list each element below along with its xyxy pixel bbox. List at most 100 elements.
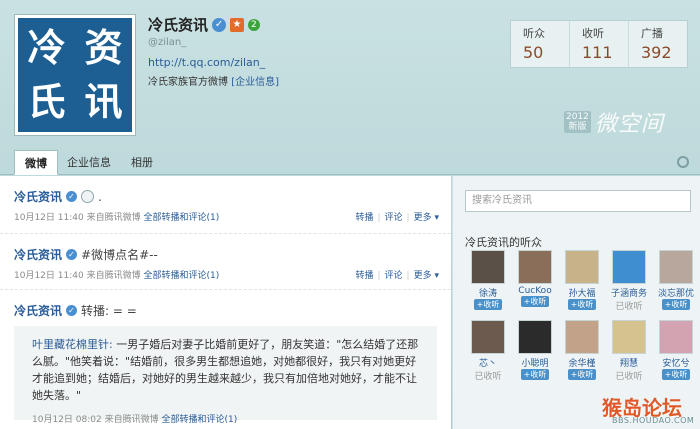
avatar[interactable] — [659, 320, 693, 354]
watermark-url: BBS.HOUDAO.COM — [612, 416, 695, 425]
listener-card[interactable]: CucKoo +收听 — [512, 250, 558, 307]
verified-icon[interactable]: ✓ — [212, 17, 227, 32]
post-actions: 转播 | 评论 | 更多 ▾ — [355, 213, 439, 223]
repost-button[interactable]: 转播 — [355, 213, 373, 223]
profile-tabs: 微博 企业信息 相册 — [0, 150, 700, 175]
avatar[interactable] — [518, 250, 552, 284]
profile-url[interactable]: http://t.qq.com/zilan_ — [148, 56, 279, 69]
profile-stats: 听众 50 收听 111 广播 392 — [510, 20, 688, 68]
follow-button[interactable]: +收听 — [520, 296, 550, 307]
listener-name[interactable]: 芯丶 — [465, 356, 511, 369]
listeners-title: 冷氏资讯的听众 — [465, 236, 542, 249]
listener-name[interactable]: 安忆兮 — [653, 356, 699, 369]
chevron-down-icon[interactable]: ▾ — [434, 271, 439, 281]
tab-company-info[interactable]: 企业信息 — [66, 150, 112, 175]
stat-label: 听众 — [523, 27, 545, 40]
tab-album[interactable]: 相册 — [126, 150, 158, 175]
feed-post: 冷氏资讯 ✓ . 10月12日 11:40 来自腾讯微博 全部转播和评论(1) … — [0, 176, 451, 234]
post-time[interactable]: 10月12日 11:40 — [14, 213, 84, 223]
avatar[interactable] — [565, 320, 599, 354]
listener-name[interactable]: 小聪明 — [512, 356, 558, 369]
chevron-down-icon[interactable]: ▾ — [434, 213, 439, 223]
listener-card[interactable]: 芯丶 已收听 — [465, 320, 511, 382]
listener-name[interactable]: CucKoo — [512, 286, 558, 296]
listener-name[interactable]: 徐涛 — [465, 286, 511, 299]
post-author[interactable]: 冷氏资讯 — [14, 246, 62, 263]
post-actions: 转播 | 评论 | 更多 ▾ — [355, 271, 439, 281]
company-info-link[interactable]: [企业信息] — [231, 77, 279, 88]
repost-button[interactable]: 转播 — [355, 271, 373, 281]
post-text: #微博点名#-- — [81, 248, 158, 262]
level-badge[interactable]: 2 — [248, 18, 260, 31]
listener-card[interactable]: 安忆兮 +收听 — [653, 320, 699, 380]
stat-value: 50 — [523, 43, 544, 62]
listener-card[interactable]: 徐涛 +收听 — [465, 250, 511, 310]
stat-following[interactable]: 收听 111 — [570, 21, 629, 67]
post-meta: 10月12日 11:40 来自腾讯微博 全部转播和评论(1) — [14, 268, 219, 281]
follow-button[interactable]: +收听 — [473, 299, 503, 310]
avatar[interactable] — [565, 250, 599, 284]
tab-weibo[interactable]: 微博 — [14, 150, 58, 175]
brand-logo: 冷 资 氏 讯 — [14, 14, 136, 136]
avatar[interactable] — [612, 320, 646, 354]
repost-comments-link[interactable]: 全部转播和评论(1) — [143, 213, 219, 223]
quoted-repost-comments-link[interactable]: 全部转播和评论(1) — [161, 415, 237, 425]
listener-name[interactable]: 孙大福 — [559, 286, 605, 299]
stat-value: 111 — [582, 43, 613, 62]
avatar[interactable] — [612, 250, 646, 284]
post-author[interactable]: 冷氏资讯 — [14, 302, 62, 319]
listener-card[interactable]: 孙大福 +收听 — [559, 250, 605, 310]
follow-button[interactable]: +收听 — [567, 299, 597, 310]
profile-description: 冷氏家族官方微博 [企业信息] — [148, 73, 279, 88]
avatar[interactable] — [518, 320, 552, 354]
listener-name[interactable]: 淡忘那优 — [653, 286, 699, 299]
listener-name[interactable]: 翔慧 — [606, 356, 652, 369]
stat-label: 广播 — [641, 27, 663, 40]
listener-card[interactable]: 淡忘那优 +收听 — [653, 250, 699, 310]
profile-info: 冷氏资讯 ✓ ★ 2 @zilan_ http://t.qq.com/zilan… — [148, 14, 279, 88]
following-status: 已收听 — [615, 372, 643, 382]
post-text: . — [98, 189, 102, 204]
follow-button[interactable]: +收听 — [520, 369, 550, 380]
stat-broadcasts[interactable]: 广播 392 — [629, 21, 687, 67]
quoted-source: 来自腾讯微博 — [104, 415, 159, 425]
avatar[interactable] — [471, 250, 505, 284]
post-author[interactable]: 冷氏资讯 — [14, 188, 62, 205]
brand-name: 微空间 — [594, 112, 664, 137]
comment-button[interactable]: 评论 — [385, 213, 403, 223]
gear-icon[interactable] — [677, 156, 689, 168]
search-input[interactable]: 搜索冷氏资讯 — [465, 190, 691, 212]
stat-listeners[interactable]: 听众 50 — [511, 21, 570, 67]
logo-char: 冷 — [27, 26, 66, 70]
more-button[interactable]: 更多 — [414, 271, 432, 281]
listener-card[interactable]: 余华槿 +收听 — [559, 320, 605, 380]
post-time[interactable]: 10月12日 11:40 — [14, 271, 84, 281]
verified-icon: ✓ — [66, 249, 78, 260]
weibo-space-brand: 2012 新版 微空间 — [564, 106, 664, 138]
feed-post: 冷氏资讯 ✓ #微博点名#-- 10月12日 11:40 来自腾讯微博 全部转播… — [0, 234, 451, 290]
follow-button[interactable]: +收听 — [661, 369, 691, 380]
follow-button[interactable]: +收听 — [661, 299, 691, 310]
listener-card[interactable]: 子涵商务 已收听 — [606, 250, 652, 312]
follow-button[interactable]: +收听 — [567, 369, 597, 380]
listener-name[interactable]: 余华槿 — [559, 356, 605, 369]
comment-button[interactable]: 评论 — [385, 271, 403, 281]
brand-edition: 新版 — [568, 122, 587, 132]
listener-name[interactable]: 子涵商务 — [606, 286, 652, 299]
quoted-post-body: 叶里藏花棉里针: 一男子婚后对妻子比婚前更好了，朋友笑道："怎么结婚了还那么腻。… — [32, 336, 419, 404]
star-icon[interactable]: ★ — [230, 17, 245, 32]
profile-name: 冷氏资讯 — [148, 16, 209, 34]
listener-card[interactable]: 翔慧 已收听 — [606, 320, 652, 382]
avatar[interactable] — [659, 250, 693, 284]
listener-card[interactable]: 小聪明 +收听 — [512, 320, 558, 380]
following-status: 已收听 — [615, 302, 643, 312]
more-button[interactable]: 更多 — [414, 213, 432, 223]
verified-icon: ✓ — [66, 191, 78, 202]
post-source: 来自腾讯微博 — [86, 213, 141, 223]
quoted-time[interactable]: 10月12日 08:02 — [32, 415, 102, 425]
avatar[interactable] — [471, 320, 505, 354]
repost-comments-link[interactable]: 全部转播和评论(1) — [143, 271, 219, 281]
logo-char: 资 — [84, 26, 123, 70]
smiley-emoji-icon — [81, 190, 95, 203]
quoted-author[interactable]: 叶里藏花棉里针: — [32, 338, 113, 351]
